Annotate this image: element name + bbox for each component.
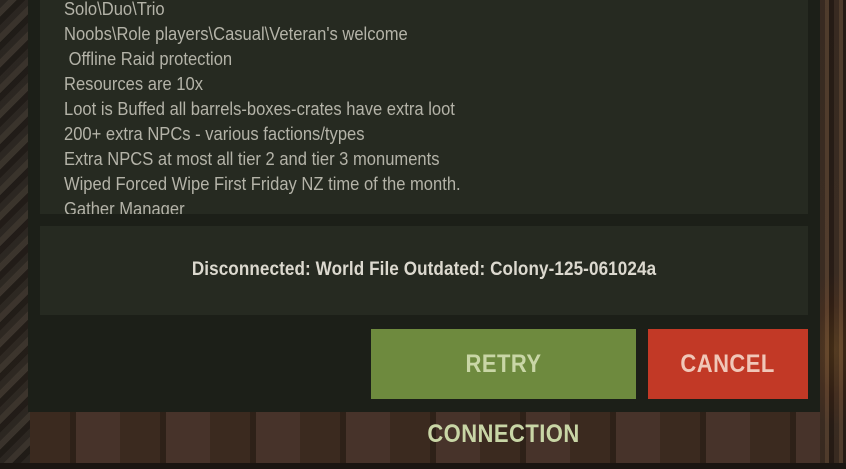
description-line: Offline Raid protection	[64, 49, 233, 69]
description-line: Extra NPCS at most all tier 2 and tier 3…	[64, 149, 440, 169]
status-panel: Disconnected: World File Outdated: Colon…	[40, 226, 808, 315]
description-line: Resources are 10x	[64, 74, 203, 94]
retry-button-label: RETRY CONNECTION	[427, 350, 580, 448]
description-line: Noobs\Role players\Casual\Veteran's welc…	[64, 24, 408, 44]
description-line: 200+ extra NPCs - various factions/types	[64, 124, 365, 144]
cancel-button-label: CANCEL	[680, 350, 776, 378]
description-line: Solo\Duo\Trio	[64, 0, 165, 19]
server-description-list: Solo\Duo\Trio Noobs\Role players\Casual\…	[64, 0, 495, 214]
retry-connection-button[interactable]: RETRY CONNECTION	[371, 329, 636, 448]
disconnect-message: Disconnected: World File Outdated: Colon…	[191, 259, 657, 280]
server-description-panel[interactable]: Solo\Duo\Trio Noobs\Role players\Casual\…	[40, 0, 808, 214]
cancel-button[interactable]: CANCEL	[648, 329, 808, 399]
description-line: Loot is Buffed all barrels-boxes-crates …	[64, 99, 455, 119]
description-line: Wiped Forced Wipe First Friday NZ time o…	[64, 174, 461, 194]
description-line: Gather Manager	[64, 199, 185, 214]
